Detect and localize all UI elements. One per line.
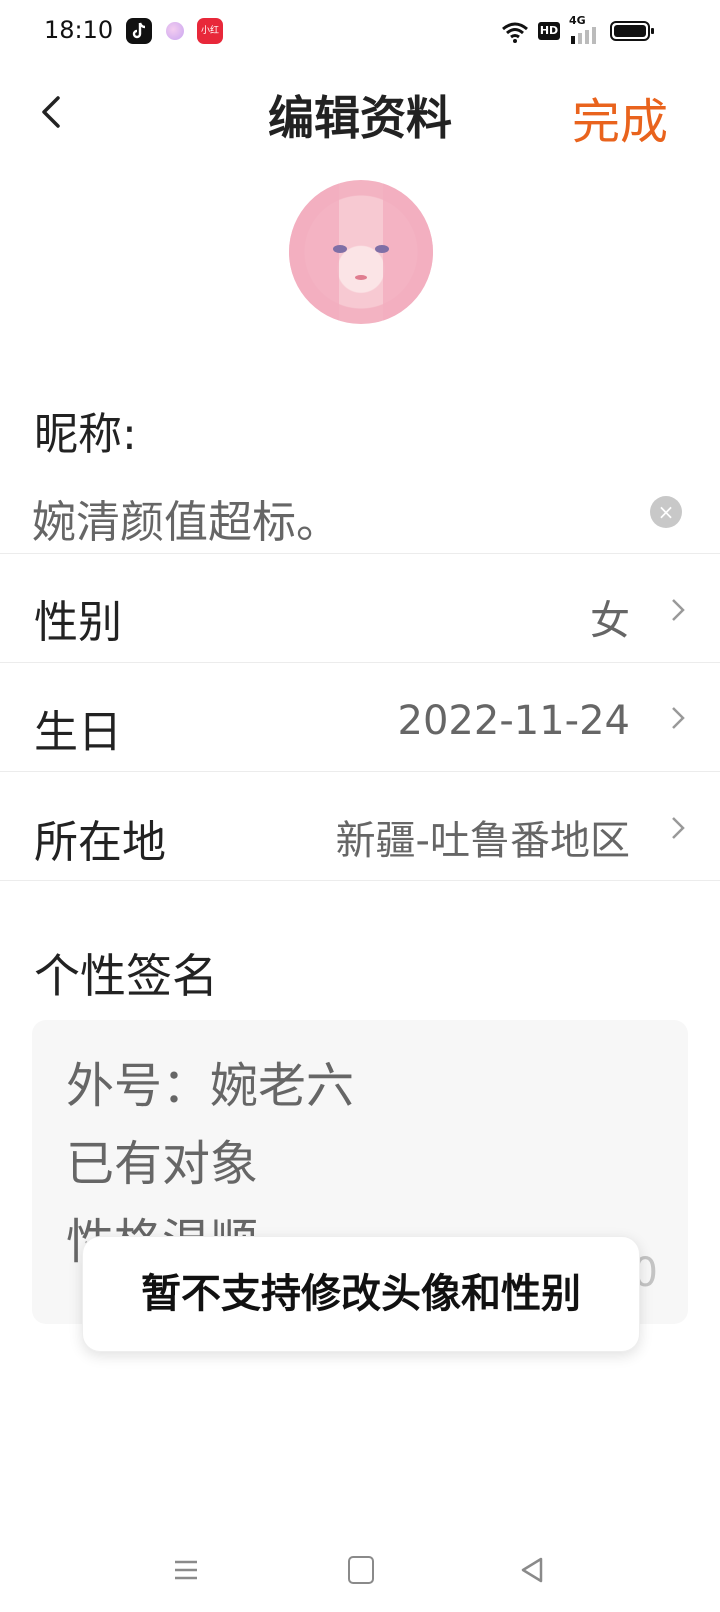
- chevron-right-icon: [668, 814, 688, 842]
- avatar-hair-right: [383, 180, 433, 324]
- divider: [0, 553, 720, 554]
- back-icon[interactable]: [520, 1556, 544, 1584]
- hd-badge: HD: [538, 22, 560, 40]
- chevron-right-icon: [668, 704, 688, 732]
- location-label: 所在地: [34, 817, 166, 868]
- avatar-hair-left: [289, 180, 339, 324]
- tiktok-icon: [126, 18, 152, 44]
- chevron-right-icon: [668, 596, 688, 624]
- divider: [0, 880, 720, 881]
- menu-icon[interactable]: [174, 1558, 198, 1582]
- birthday-value[interactable]: 2022-11-24: [398, 698, 630, 744]
- location-value[interactable]: 新疆-吐鲁番地区: [336, 808, 630, 866]
- xiaohongshu-icon: 小红书: [197, 18, 223, 62]
- toast-message: 暂不支持修改头像和性别: [82, 1236, 640, 1352]
- bubble-icon: [166, 22, 184, 40]
- status-time: 18:10: [44, 16, 114, 44]
- signature-label: 个性签名: [34, 949, 218, 1003]
- avatar-eye-left: [333, 245, 347, 253]
- signature-line: 外号：婉老六: [66, 1058, 355, 1114]
- avatar-mouth: [355, 275, 367, 280]
- clear-icon[interactable]: ×: [650, 496, 682, 528]
- divider: [0, 771, 720, 772]
- divider: [0, 662, 720, 663]
- gender-label: 性别: [34, 597, 122, 648]
- wifi-icon: [500, 20, 530, 44]
- signature-line: 已有对象: [66, 1136, 259, 1192]
- signal-icon: [569, 26, 599, 48]
- nickname-label: 昵称:: [34, 409, 137, 460]
- gender-value[interactable]: 女: [590, 588, 630, 646]
- done-button[interactable]: 完成: [572, 82, 668, 152]
- battery-icon: [610, 20, 656, 46]
- home-icon[interactable]: [348, 1556, 374, 1584]
- birthday-label: 生日: [34, 707, 122, 758]
- nickname-input[interactable]: 婉清颜值超标。: [32, 486, 340, 550]
- avatar-eye-right: [375, 245, 389, 253]
- avatar[interactable]: [289, 180, 433, 324]
